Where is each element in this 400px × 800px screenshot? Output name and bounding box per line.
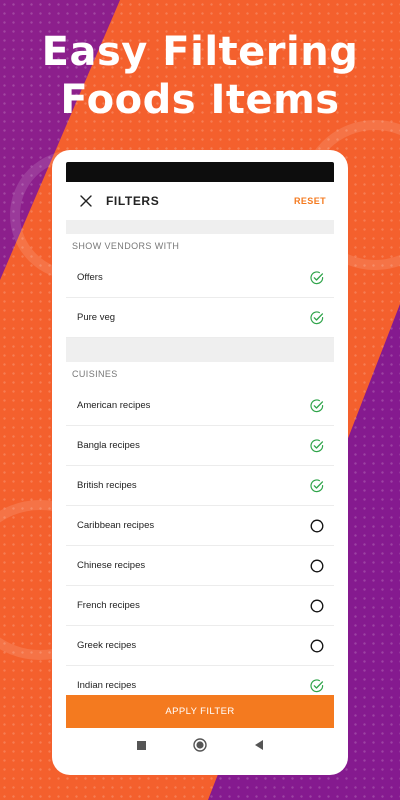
page-title: FILTERS <box>106 194 160 208</box>
filter-option-row[interactable]: Offers <box>66 258 334 298</box>
home-icon <box>193 738 207 752</box>
filter-option-label: Pure veg <box>77 312 116 323</box>
filter-option-label: British recipes <box>77 480 137 491</box>
filter-option-row[interactable]: Bangla recipes <box>66 426 334 466</box>
check-circle-icon <box>310 438 324 452</box>
recents-button[interactable] <box>134 738 148 752</box>
filter-option-label: Caribbean recipes <box>77 520 155 531</box>
status-bar <box>66 162 334 182</box>
checked-indicator[interactable] <box>310 478 324 493</box>
check-circle-icon <box>310 270 324 284</box>
reset-button[interactable]: RESET <box>294 196 326 206</box>
checked-indicator[interactable] <box>310 438 324 453</box>
filter-option-row[interactable]: British recipes <box>66 466 334 506</box>
filter-option-row[interactable]: Greek recipes <box>66 626 334 666</box>
section-heading-cuisines: CUISINES <box>72 369 118 379</box>
back-icon <box>255 740 263 750</box>
checked-indicator[interactable] <box>310 678 324 693</box>
empty-circle-icon <box>310 599 324 612</box>
empty-circle-icon <box>310 559 324 572</box>
filter-option-row[interactable]: American recipes <box>66 386 334 426</box>
phone-frame: FILTERS RESET SHOW VENDORS WITH Offers Pu… <box>52 150 348 775</box>
unchecked-indicator[interactable] <box>310 599 324 613</box>
check-circle-icon <box>310 678 324 692</box>
unchecked-indicator[interactable] <box>310 639 324 653</box>
filter-option-row[interactable]: Pure veg <box>66 298 334 338</box>
vendor-options-list: Offers Pure veg <box>66 258 334 338</box>
back-button[interactable] <box>252 738 266 752</box>
recents-icon <box>136 740 146 750</box>
checked-indicator[interactable] <box>310 310 324 325</box>
unchecked-indicator[interactable] <box>310 519 324 533</box>
filters-screen: FILTERS RESET SHOW VENDORS WITH Offers Pu… <box>66 182 334 726</box>
close-button[interactable] <box>74 189 98 213</box>
check-circle-icon <box>310 310 324 324</box>
section-divider <box>66 338 334 362</box>
filter-option-row[interactable]: French recipes <box>66 586 334 626</box>
android-nav-bar <box>52 728 348 762</box>
unchecked-indicator[interactable] <box>310 559 324 573</box>
filter-option-label: American recipes <box>77 400 151 411</box>
filter-option-label: Bangla recipes <box>77 440 140 451</box>
apply-filter-button[interactable]: APPLY FILTER <box>66 695 334 728</box>
check-circle-icon <box>310 478 324 492</box>
close-icon <box>80 195 92 207</box>
empty-circle-icon <box>310 519 324 532</box>
home-button[interactable] <box>193 738 207 752</box>
section-divider <box>66 220 334 234</box>
section-heading-vendors: SHOW VENDORS WITH <box>72 241 180 251</box>
filter-option-label: Offers <box>77 272 103 283</box>
check-circle-icon <box>310 398 324 412</box>
cuisine-options-list: American recipes Bangla recipes British re… <box>66 386 334 706</box>
filter-option-row[interactable]: Chinese recipes <box>66 546 334 586</box>
checked-indicator[interactable] <box>310 398 324 413</box>
filters-toolbar: FILTERS RESET <box>66 182 334 220</box>
filter-option-label: Chinese recipes <box>77 560 146 571</box>
checked-indicator[interactable] <box>310 270 324 285</box>
promo-headline-line2: Foods Items <box>60 77 340 123</box>
filter-option-label: French recipes <box>77 600 140 611</box>
filter-option-label: Indian recipes <box>77 680 137 691</box>
filter-option-row[interactable]: Caribbean recipes <box>66 506 334 546</box>
empty-circle-icon <box>310 639 324 652</box>
promo-headline: Easy Filtering Foods Items <box>0 28 400 124</box>
promo-headline-line1: Easy Filtering <box>41 29 359 75</box>
filter-option-label: Greek recipes <box>77 640 137 651</box>
